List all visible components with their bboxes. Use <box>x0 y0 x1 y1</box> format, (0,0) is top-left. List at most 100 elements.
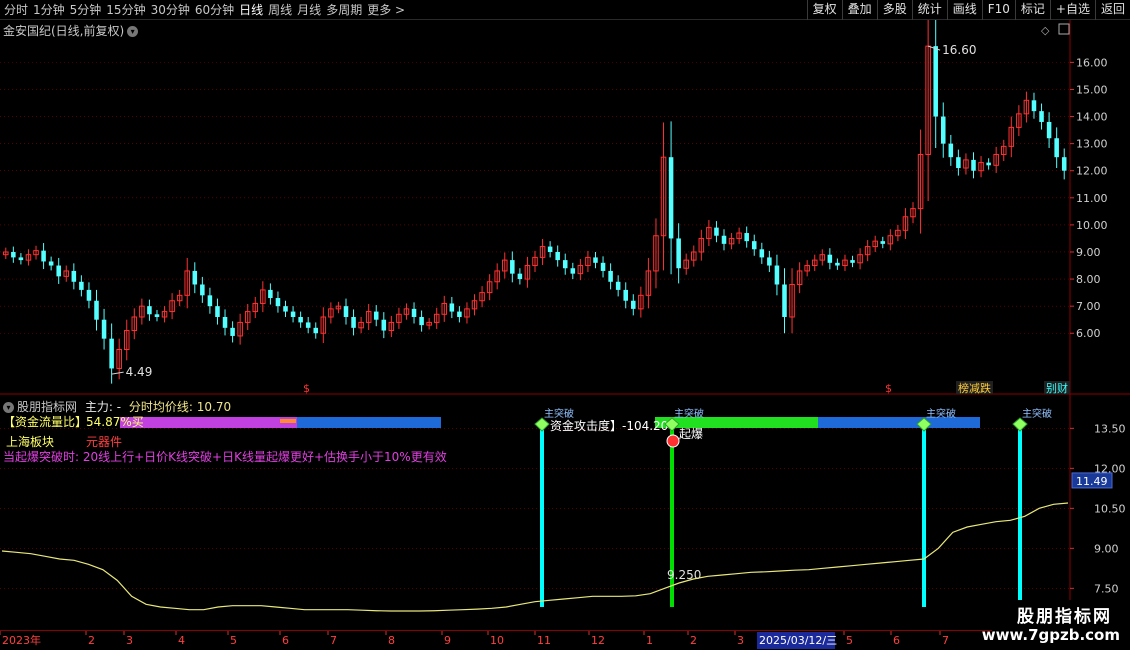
candle-body <box>192 270 198 285</box>
candle-body <box>774 265 780 285</box>
candle-body <box>48 261 54 266</box>
sub-tick-label: 10.50 <box>1094 502 1126 515</box>
watermark-url: www.7gpzb.com <box>981 626 1120 644</box>
candle-body <box>283 306 288 312</box>
candle-body <box>615 281 621 290</box>
candle-body <box>11 251 16 258</box>
candle-body <box>351 316 356 328</box>
period-tab[interactable]: 更多 > <box>367 2 410 18</box>
date-label: 12 <box>591 634 605 647</box>
candle-body <box>200 284 205 296</box>
toolbar-button[interactable]: +自选 <box>1049 0 1095 20</box>
period-tab[interactable]: 30分钟 <box>151 2 195 18</box>
high-label: 16.60 <box>942 43 976 57</box>
date-label: 2 <box>88 634 95 647</box>
period-tab[interactable]: 60分钟 <box>195 2 239 18</box>
signal-label: 主突破 <box>544 407 574 420</box>
candle-body <box>18 257 24 261</box>
period-tab[interactable]: 5分钟 <box>70 2 107 18</box>
candle-body <box>933 46 938 117</box>
candle-body <box>850 260 855 263</box>
signal-label: 主突破 <box>926 407 956 420</box>
fund-ratio-marker <box>280 419 296 423</box>
candle-body <box>562 260 568 269</box>
avg-price-line <box>1 502 1069 612</box>
candle-body <box>215 306 220 317</box>
sub-tick-label: 9.00 <box>1094 542 1119 555</box>
chevron-down-icon[interactable]: ▾ <box>3 402 14 413</box>
candle-body <box>419 316 424 326</box>
candle-body <box>305 322 311 328</box>
candle-body <box>721 235 727 244</box>
period-tab[interactable]: 分时 <box>4 2 33 18</box>
candle-body <box>86 289 92 301</box>
date-label: 11 <box>537 634 551 647</box>
window-icon <box>1058 23 1070 35</box>
event-marker: $ <box>303 382 310 395</box>
candle-body <box>714 227 719 236</box>
diamond-icon: ◇ <box>1041 24 1050 37</box>
y-tick-label: 7.00 <box>1076 300 1101 313</box>
toolbar-button[interactable]: 画线 <box>946 0 982 20</box>
avg-price-label: 分时均价线: 10.70 <box>128 400 232 414</box>
candle-body <box>880 241 886 244</box>
date-label: 5 <box>846 634 853 647</box>
candle-body <box>230 327 235 336</box>
y-tick-label: 10.00 <box>1076 219 1108 232</box>
indicator-chart[interactable]: 7.509.0010.5012.0013.5011.49【资金流量比】54.87… <box>0 395 1130 630</box>
date-label: 3 <box>126 634 133 647</box>
period-tab[interactable]: 15分钟 <box>106 2 150 18</box>
period-tab[interactable]: 多周期 <box>326 2 367 18</box>
y-tick-label: 16.00 <box>1076 56 1108 69</box>
candle-body <box>290 311 296 317</box>
toolbar-button[interactable]: F10 <box>981 0 1015 20</box>
candle-body <box>1039 111 1044 122</box>
toolbar-button[interactable]: 标记 <box>1014 0 1050 20</box>
candle-body <box>956 157 961 169</box>
date-label: 5 <box>230 634 237 647</box>
event-marker: $ <box>885 382 892 395</box>
toolbar-button[interactable]: 复权 <box>806 0 842 20</box>
candle-body <box>1031 100 1037 112</box>
toolbar-button[interactable]: 返回 <box>1094 0 1130 20</box>
period-toolbar: 分时 1分钟 5分钟 15分钟 30分钟 60分钟 日线 周线 月线 多周期 更多 > 复权 叠加 多股… <box>0 0 1130 20</box>
y-tick-label: 13.00 <box>1076 138 1108 151</box>
toolbar-button[interactable]: 多股 <box>876 0 912 20</box>
candle-body <box>71 270 77 282</box>
candle-body <box>298 316 303 323</box>
candle-body <box>940 116 946 144</box>
toolbar-right-buttons: 复权 叠加 多股 统计 画线 F10 标记 +自选 返回 <box>806 0 1130 20</box>
candle-body <box>827 254 833 263</box>
candle-body <box>79 281 84 290</box>
candle-body <box>555 251 560 261</box>
attack-value: -104.20 <box>622 419 668 433</box>
candle-body <box>268 289 273 299</box>
period-tab[interactable]: 日线 <box>239 2 268 18</box>
candle-body <box>313 327 319 334</box>
candle-body <box>101 319 107 339</box>
candle-body <box>570 268 576 274</box>
candle-body <box>668 157 674 239</box>
toolbar-button[interactable]: 统计 <box>911 0 947 20</box>
candle-body <box>94 300 99 320</box>
watermark-logo: 股朋指标网 www.7gpzb.com <box>982 600 1130 650</box>
candle-body <box>449 303 455 312</box>
date-label: 3 <box>737 634 744 647</box>
y-tick-label: 12.00 <box>1076 165 1108 178</box>
candle-body <box>207 295 213 307</box>
period-tab[interactable]: 周线 <box>268 2 297 18</box>
candle-body <box>154 314 160 317</box>
period-tab[interactable]: 月线 <box>297 2 326 18</box>
stock-title[interactable]: 金安国纪(日线,前复权) ▾ <box>3 22 139 39</box>
candle-body <box>510 260 515 274</box>
date-label: 7 <box>330 634 337 647</box>
toolbar-button[interactable]: 叠加 <box>841 0 877 20</box>
chevron-down-icon[interactable]: ▾ <box>127 26 139 37</box>
date-label: 8 <box>388 634 395 647</box>
board-sector: 元器件 <box>86 435 122 449</box>
period-tab[interactable]: 1分钟 <box>33 2 70 18</box>
candlestick-chart[interactable]: 6.00 7.00 8.00 9.00 10.00 11.00 12.00 13.00 14.0… <box>0 20 1130 395</box>
fund-ratio-value: 54.87%买 <box>86 415 144 429</box>
attack-label: 资金攻击度】 <box>550 418 622 433</box>
indicator-name[interactable]: 股朋指标网 <box>17 400 77 414</box>
